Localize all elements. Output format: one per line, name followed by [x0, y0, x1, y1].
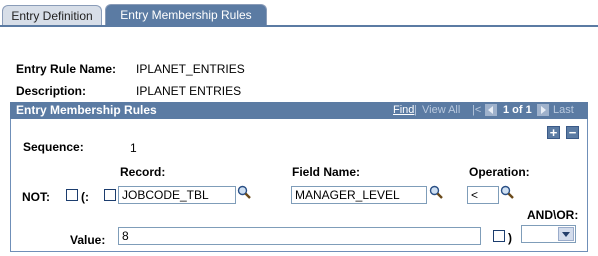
- magnifier-icon: [429, 185, 443, 199]
- operation-input[interactable]: [467, 186, 499, 204]
- row-count: 1 of 1: [503, 104, 532, 116]
- next-arrow-icon[interactable]: [537, 104, 549, 116]
- entry-rule-name-label: Entry Rule Name:: [16, 62, 117, 76]
- value-label: Value:: [70, 233, 106, 247]
- chevron-down-icon-svg: [562, 232, 570, 237]
- first-link[interactable]: |<: [472, 102, 481, 119]
- and-or-label: AND\OR:: [527, 208, 579, 222]
- magnifier-icon: [500, 185, 514, 199]
- find-link[interactable]: Find: [393, 104, 414, 116]
- last-link[interactable]: Last: [553, 102, 574, 119]
- magnifier-icon: [237, 185, 251, 199]
- close-paren-checkbox[interactable]: [493, 230, 505, 242]
- description-label: Description:: [16, 84, 87, 98]
- close-paren-label: ): [508, 231, 512, 245]
- field-name-label: Field Name:: [292, 165, 361, 179]
- tab-underline: [0, 25, 598, 27]
- operation-lookup-icon[interactable]: [500, 185, 514, 199]
- description-value: IPLANET ENTRIES: [136, 84, 242, 98]
- sequence-value: 1: [130, 141, 137, 155]
- grid-title: Entry Membership Rules: [16, 103, 157, 117]
- field-name-input[interactable]: [291, 186, 427, 204]
- view-all-link[interactable]: View All: [422, 102, 460, 119]
- tab-entry-definition[interactable]: Entry Definition: [2, 5, 102, 26]
- grid-find-link[interactable]: Find: [393, 102, 414, 119]
- and-or-select[interactable]: [521, 225, 576, 243]
- delete-row-button[interactable]: −: [566, 126, 579, 139]
- add-row-button[interactable]: +: [547, 126, 560, 139]
- entry-rule-name-value: IPLANET_ENTRIES: [136, 62, 245, 76]
- grid-nav-sep: |: [414, 104, 417, 116]
- record-input[interactable]: [118, 186, 236, 204]
- next-arrow-icon-svg: [541, 106, 546, 114]
- not-label: NOT:: [22, 190, 50, 204]
- open-paren-label: (:: [81, 190, 89, 204]
- record-label: Record:: [120, 165, 166, 179]
- open-paren-checkbox[interactable]: [104, 189, 116, 201]
- record-lookup-icon[interactable]: [237, 185, 251, 199]
- chevron-down-icon[interactable]: [558, 227, 574, 241]
- sequence-label: Sequence:: [23, 140, 84, 154]
- field-name-lookup-icon[interactable]: [429, 185, 443, 199]
- previous-arrow-icon[interactable]: [485, 104, 497, 116]
- not-checkbox[interactable]: [66, 189, 78, 201]
- operation-label: Operation:: [469, 165, 530, 179]
- tab-entry-membership-rules[interactable]: Entry Membership Rules: [105, 4, 267, 26]
- previous-arrow-icon-svg: [488, 106, 493, 114]
- value-input[interactable]: [118, 227, 481, 245]
